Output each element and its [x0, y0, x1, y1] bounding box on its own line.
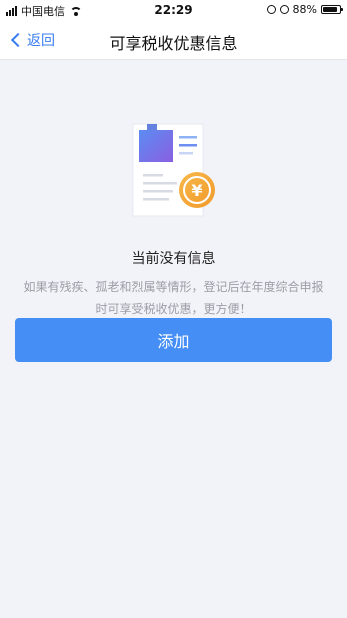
battery-fill	[323, 7, 338, 12]
currency-symbol: ¥	[191, 181, 202, 200]
page-title: 可享税收优惠信息	[109, 34, 238, 53]
status-right: 88%	[266, 3, 343, 16]
empty-state-description: 如果有残疾、孤老和烈属等情形，登记后在年度综合申报时可享受税收优惠，更方便！	[23, 280, 324, 316]
document-yuan-icon: ¥	[131, 122, 219, 220]
add-button-label: 添加	[157, 332, 190, 351]
nav-bar: 返回 可享税收优惠信息	[0, 20, 347, 60]
empty-state-title: 当前没有信息	[131, 251, 216, 267]
battery-icon	[321, 5, 343, 14]
status-bar: 中国电信 22:29 88%	[0, 0, 347, 20]
battery-percent: 88%	[292, 3, 317, 16]
rotation-lock-icon	[266, 5, 276, 14]
document-yuan-svg: ¥	[132, 123, 215, 217]
add-button[interactable]: 添加	[15, 318, 332, 362]
alarm-icon	[279, 5, 289, 14]
